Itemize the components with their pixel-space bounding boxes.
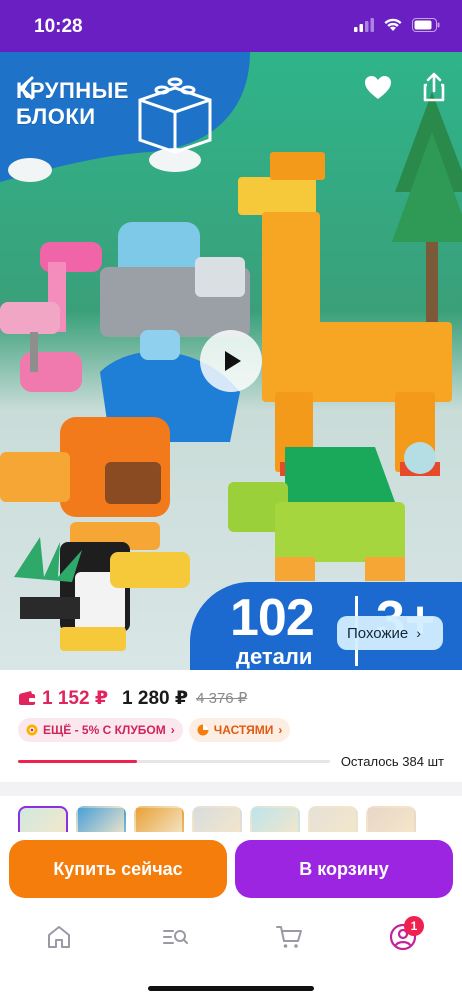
- club-discount-label: ЕЩЁ - 5% С КЛУБОМ: [43, 723, 166, 737]
- old-price: 4 376 ₽: [196, 690, 248, 707]
- promo-number: 102: [230, 589, 315, 647]
- wifi-icon: [384, 18, 402, 31]
- back-arrow-icon: [19, 76, 34, 100]
- promo-chips: ЕЩЁ - 5% С КЛУБОМ › ЧАСТЯМИ ›: [18, 718, 291, 742]
- card-price: 1 152 ₽: [42, 687, 109, 709]
- gift-icon: [26, 724, 38, 736]
- cart-icon: [276, 926, 302, 948]
- price-row: 1 152 ₽ 1 280 ₽ 4 376 ₽: [18, 684, 247, 712]
- hero-title-line2: БЛОКИ: [16, 104, 96, 129]
- status-bar: 10:28: [0, 0, 462, 52]
- cellular-signal-icon: [354, 17, 374, 32]
- tab-cart[interactable]: [274, 922, 304, 952]
- home-indicator: [148, 986, 314, 991]
- heart-icon: [365, 76, 391, 99]
- installments-chip[interactable]: ЧАСТЯМИ ›: [188, 718, 291, 742]
- price: 1 280 ₽: [122, 687, 189, 709]
- tab-bar: 1: [0, 908, 462, 1000]
- status-icons: [354, 17, 440, 32]
- favorite-button[interactable]: [362, 72, 394, 104]
- promo-label: детали: [236, 644, 313, 669]
- catalog-search-icon: [163, 930, 188, 944]
- stock-progress-fill: [18, 760, 137, 763]
- stock-text: Осталось 384 шт: [340, 754, 444, 769]
- product-gallery[interactable]: КРУПНЫЕ БЛОКИ 102 детали 3+: [0, 52, 462, 670]
- share-icon: [423, 72, 445, 102]
- tab-home[interactable]: [44, 922, 74, 952]
- chevron-right-icon: ›: [170, 723, 175, 737]
- profile-notification-badge: 1: [404, 916, 424, 936]
- similar-button[interactable]: Похожие ›: [337, 616, 443, 650]
- battery-icon: [412, 17, 440, 32]
- share-button[interactable]: [418, 70, 450, 104]
- installments-label: ЧАСТЯМИ: [213, 723, 274, 737]
- home-icon: [48, 926, 70, 948]
- stock-progress-track: [18, 760, 330, 763]
- tab-catalog[interactable]: [160, 922, 190, 952]
- play-video-button[interactable]: [200, 330, 262, 392]
- buy-now-button[interactable]: Купить сейчас: [9, 840, 227, 898]
- installments-icon: [197, 724, 209, 736]
- chevron-right-icon: ›: [416, 625, 421, 641]
- similar-label: Похожие: [347, 624, 409, 642]
- chevron-right-icon: ›: [278, 723, 283, 737]
- add-to-cart-button[interactable]: В корзину: [235, 840, 453, 898]
- section-divider: [0, 782, 462, 796]
- play-icon: [225, 351, 241, 371]
- status-time: 10:28: [34, 16, 83, 37]
- club-discount-chip[interactable]: ЕЩЁ - 5% С КЛУБОМ ›: [18, 718, 183, 742]
- stock-indicator: Осталось 384 шт: [18, 752, 444, 772]
- action-bar: Купить сейчас В корзину: [0, 832, 462, 908]
- back-button[interactable]: [12, 72, 44, 104]
- wallet-icon: [19, 691, 35, 705]
